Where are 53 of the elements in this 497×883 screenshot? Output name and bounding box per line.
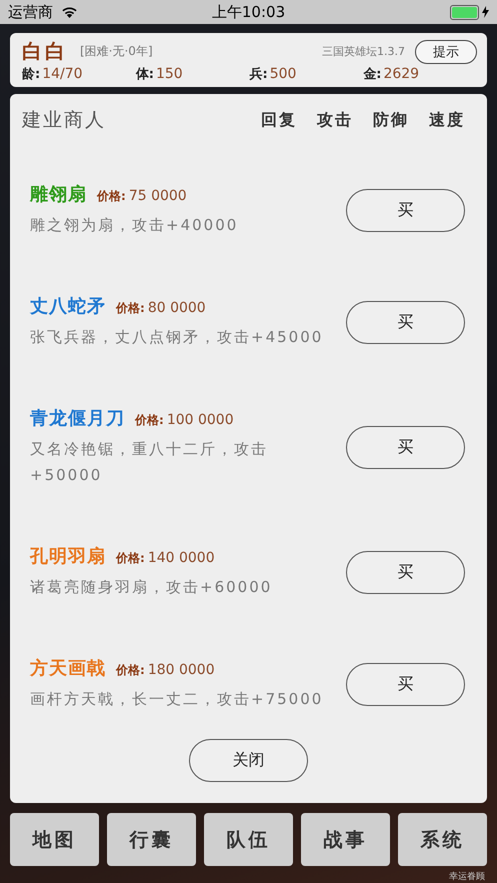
item-description: 画杆方天戟，长一丈二，攻击+75000	[30, 689, 324, 710]
price-label: 价格:	[116, 663, 145, 677]
battery-icon	[450, 4, 480, 20]
nav-button[interactable]: 战事	[301, 813, 390, 866]
column-heading: 防御	[373, 110, 409, 130]
column-heading: 攻击	[317, 110, 353, 130]
item-description: 又名冷艳锯，重八十二斤，攻击+50000	[30, 439, 269, 486]
item-description: 雕之翎为扇，攻击+40000	[30, 215, 240, 236]
buy-button[interactable]: 买	[346, 662, 465, 706]
item-price: 75 0000	[128, 188, 187, 204]
stat-label: 体:	[136, 66, 154, 83]
stat-value: 14/70	[42, 66, 83, 82]
stat-value: 500	[270, 66, 296, 82]
item-price: 140 0000	[148, 550, 215, 566]
stat-value: 2629	[383, 66, 420, 82]
buy-button[interactable]: 买	[346, 426, 465, 468]
hint-button[interactable]: 提示	[415, 40, 477, 64]
item-name: 孔明羽扇	[30, 546, 106, 567]
item-name: 青龙偃月刀	[30, 408, 125, 429]
close-button[interactable]: 关闭	[189, 739, 308, 782]
item-price: 80 0000	[148, 300, 206, 316]
nav-button[interactable]: 行囊	[107, 813, 196, 866]
item-name: 丈八蛇矛	[30, 296, 106, 317]
column-heading: 回复	[261, 110, 297, 130]
difficulty-label: [困难·无·0年]	[80, 43, 153, 60]
item-description: 诸葛亮随身羽扇，攻击+60000	[30, 577, 274, 598]
footer-note: 幸运眷顾	[449, 870, 485, 883]
price-label: 价格:	[97, 189, 126, 203]
wifi-icon	[61, 6, 78, 18]
nav-button[interactable]: 系统	[398, 813, 487, 866]
price-label: 价格:	[135, 413, 164, 427]
price-label: 价格:	[116, 301, 145, 315]
buy-button[interactable]: 买	[346, 300, 465, 344]
item-description: 张飞兵器，丈八点钢矛，攻击+45000	[30, 327, 324, 348]
stat-label: 龄:	[22, 66, 40, 83]
stat-label: 金:	[363, 66, 382, 83]
carrier-name: 运营商	[8, 2, 53, 22]
item-name: 方天画戟	[30, 658, 106, 679]
nav-button[interactable]: 队伍	[204, 813, 293, 866]
player-name: 白白	[22, 38, 68, 65]
item-price: 180 0000	[148, 662, 215, 678]
nav-button[interactable]: 地图	[10, 813, 99, 866]
price-label: 价格:	[116, 551, 145, 565]
stat-label: 兵:	[250, 66, 268, 83]
buy-button[interactable]: 买	[346, 188, 465, 232]
clock-time: 上午10:03	[212, 2, 286, 22]
version-label: 三国英雄坛1.3.7	[322, 44, 405, 59]
stat-value: 150	[156, 66, 183, 82]
item-name: 雕翎扇	[30, 184, 87, 205]
shop-title: 建业商人	[22, 108, 107, 133]
item-price: 100 0000	[166, 412, 234, 428]
buy-button[interactable]: 买	[346, 550, 465, 594]
column-heading: 速度	[429, 110, 465, 130]
